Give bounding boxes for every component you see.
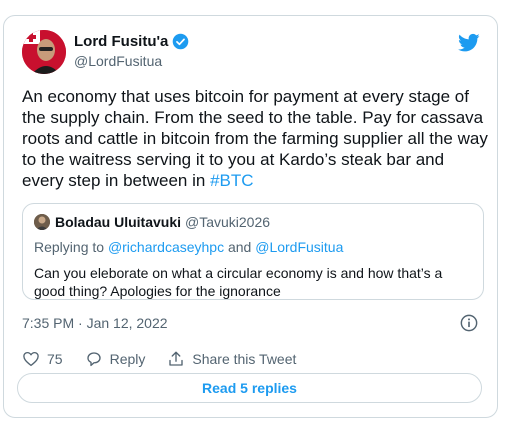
tweet-actions: 75 Reply Share this Tweet (22, 349, 318, 369)
reply-bubble-icon (86, 352, 101, 367)
reply-button[interactable]: Reply (85, 350, 146, 368)
tweet-embed-card: Lord Fusitu'a @LordFusitua An economy th… (3, 15, 498, 418)
info-icon[interactable] (460, 314, 478, 332)
author-name-text: Lord Fusitu'a (74, 33, 169, 50)
reply-label: Reply (109, 351, 146, 367)
author-avatar[interactable] (22, 30, 66, 74)
quoted-author-avatar (34, 214, 50, 230)
tweet-text: An economy that uses bitcoin for payment… (22, 86, 488, 191)
quoted-author-handle: @Tavuki2026 (185, 214, 271, 230)
verified-badge-icon (173, 33, 189, 50)
share-icon (169, 351, 184, 366)
tweet-timestamp[interactable]: 7:35 PM · Jan 12, 2022 (22, 315, 168, 331)
replying-and: and (224, 239, 256, 255)
author-name[interactable]: Lord Fusitu'a (74, 33, 189, 50)
twitter-bird-icon[interactable] (458, 33, 480, 53)
read-replies-button[interactable]: Read 5 replies (17, 373, 482, 403)
author-handle[interactable]: @LordFusitua (74, 53, 162, 69)
share-label: Share this Tweet (192, 351, 297, 367)
replying-to-line: Replying to @richardcaseyhpc and @LordFu… (34, 239, 343, 255)
heart-icon (23, 351, 39, 367)
quoted-author-name: Boladau Uluitavuki (55, 214, 182, 230)
like-count: 75 (47, 351, 63, 367)
quoted-tweet-text: Can you eleborate on what a circular eco… (34, 265, 443, 299)
replying-prefix: Replying to (34, 239, 108, 255)
mention-link[interactable]: @richardcaseyhpc (108, 239, 224, 255)
tweet-text-body: An economy that uses bitcoin for payment… (22, 87, 488, 190)
like-button[interactable]: 75 (22, 350, 63, 368)
quoted-tweet[interactable]: Boladau Uluitavuki @Tavuki2026 Replying … (22, 203, 484, 300)
share-button[interactable]: Share this Tweet (167, 350, 296, 368)
mention-link[interactable]: @LordFusitua (255, 239, 343, 255)
hashtag-link[interactable]: #BTC (210, 171, 253, 190)
